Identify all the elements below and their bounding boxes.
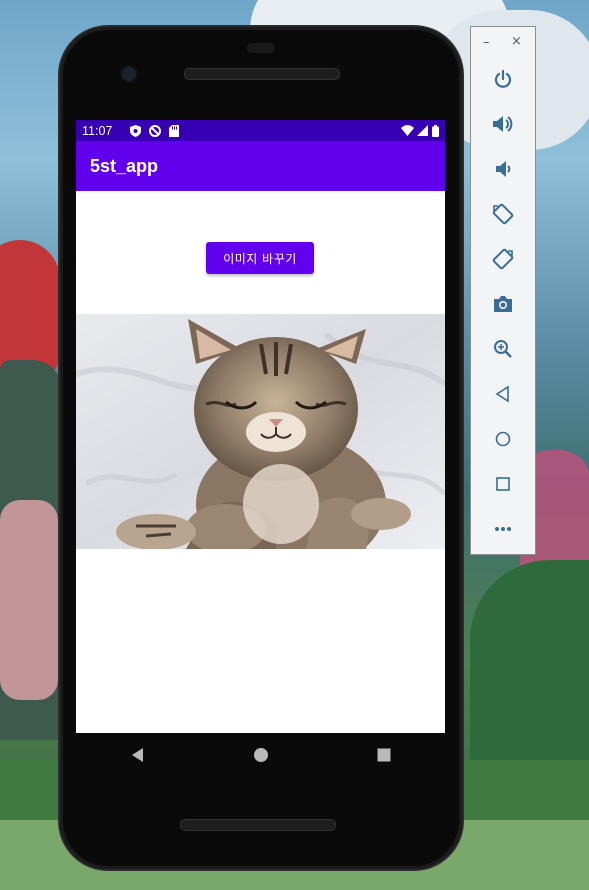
status-bar: 11:07 — [76, 120, 445, 141]
power-button[interactable] — [487, 63, 519, 95]
do-not-disturb-icon — [149, 124, 162, 137]
kitten-image — [76, 314, 445, 549]
emulator-toolbar: – × — [470, 26, 536, 555]
more-icon — [495, 527, 511, 531]
wifi-icon — [401, 125, 414, 136]
rotate-right-button[interactable] — [487, 243, 519, 275]
nav-recents-button[interactable] — [364, 735, 404, 775]
overview-button[interactable] — [487, 468, 519, 500]
nav-back-button[interactable] — [118, 735, 158, 775]
zoom-icon — [494, 340, 512, 358]
sd-card-icon — [169, 124, 180, 137]
rotate-left-icon — [492, 203, 514, 225]
signal-icon — [417, 125, 428, 136]
home-icon — [495, 431, 511, 447]
volume-up-button[interactable] — [487, 108, 519, 140]
device-screen: 11:07 5st_app 이미지 바꾸기 — [76, 120, 445, 733]
app-title: 5st_app — [90, 155, 159, 176]
power-icon — [494, 69, 512, 88]
earpiece-speaker — [184, 68, 340, 80]
home-icon — [253, 748, 268, 762]
overview-icon — [496, 477, 510, 491]
shield-icon — [130, 124, 142, 137]
home-button[interactable] — [487, 423, 519, 455]
zoom-button[interactable] — [487, 333, 519, 365]
back-button[interactable] — [487, 378, 519, 410]
volume-down-button[interactable] — [487, 153, 519, 185]
nav-home-button[interactable] — [241, 735, 281, 775]
close-button[interactable]: × — [511, 34, 522, 49]
recents-icon — [377, 748, 390, 762]
back-icon — [495, 385, 509, 403]
bottom-speaker — [180, 819, 336, 831]
more-button[interactable] — [487, 513, 519, 545]
status-time: 11:07 — [82, 123, 113, 138]
volume-down-icon — [496, 161, 511, 177]
app-bar: 5st_app — [76, 141, 445, 191]
main-content: 이미지 바꾸기 — [76, 191, 445, 733]
screenshot-button[interactable] — [487, 288, 519, 320]
android-nav-bar — [76, 733, 445, 777]
battery-icon — [432, 124, 439, 137]
volume-up-icon — [493, 116, 513, 132]
rotate-left-button[interactable] — [487, 198, 519, 230]
change-image-button[interactable]: 이미지 바꾸기 — [206, 242, 314, 274]
proximity-sensor — [247, 43, 275, 53]
front-camera — [122, 67, 136, 81]
screenshot-icon — [494, 296, 512, 312]
rotate-right-icon — [492, 248, 514, 270]
wallpaper-shape — [0, 500, 58, 700]
minimize-button[interactable]: – — [483, 35, 490, 50]
back-icon — [131, 748, 143, 762]
